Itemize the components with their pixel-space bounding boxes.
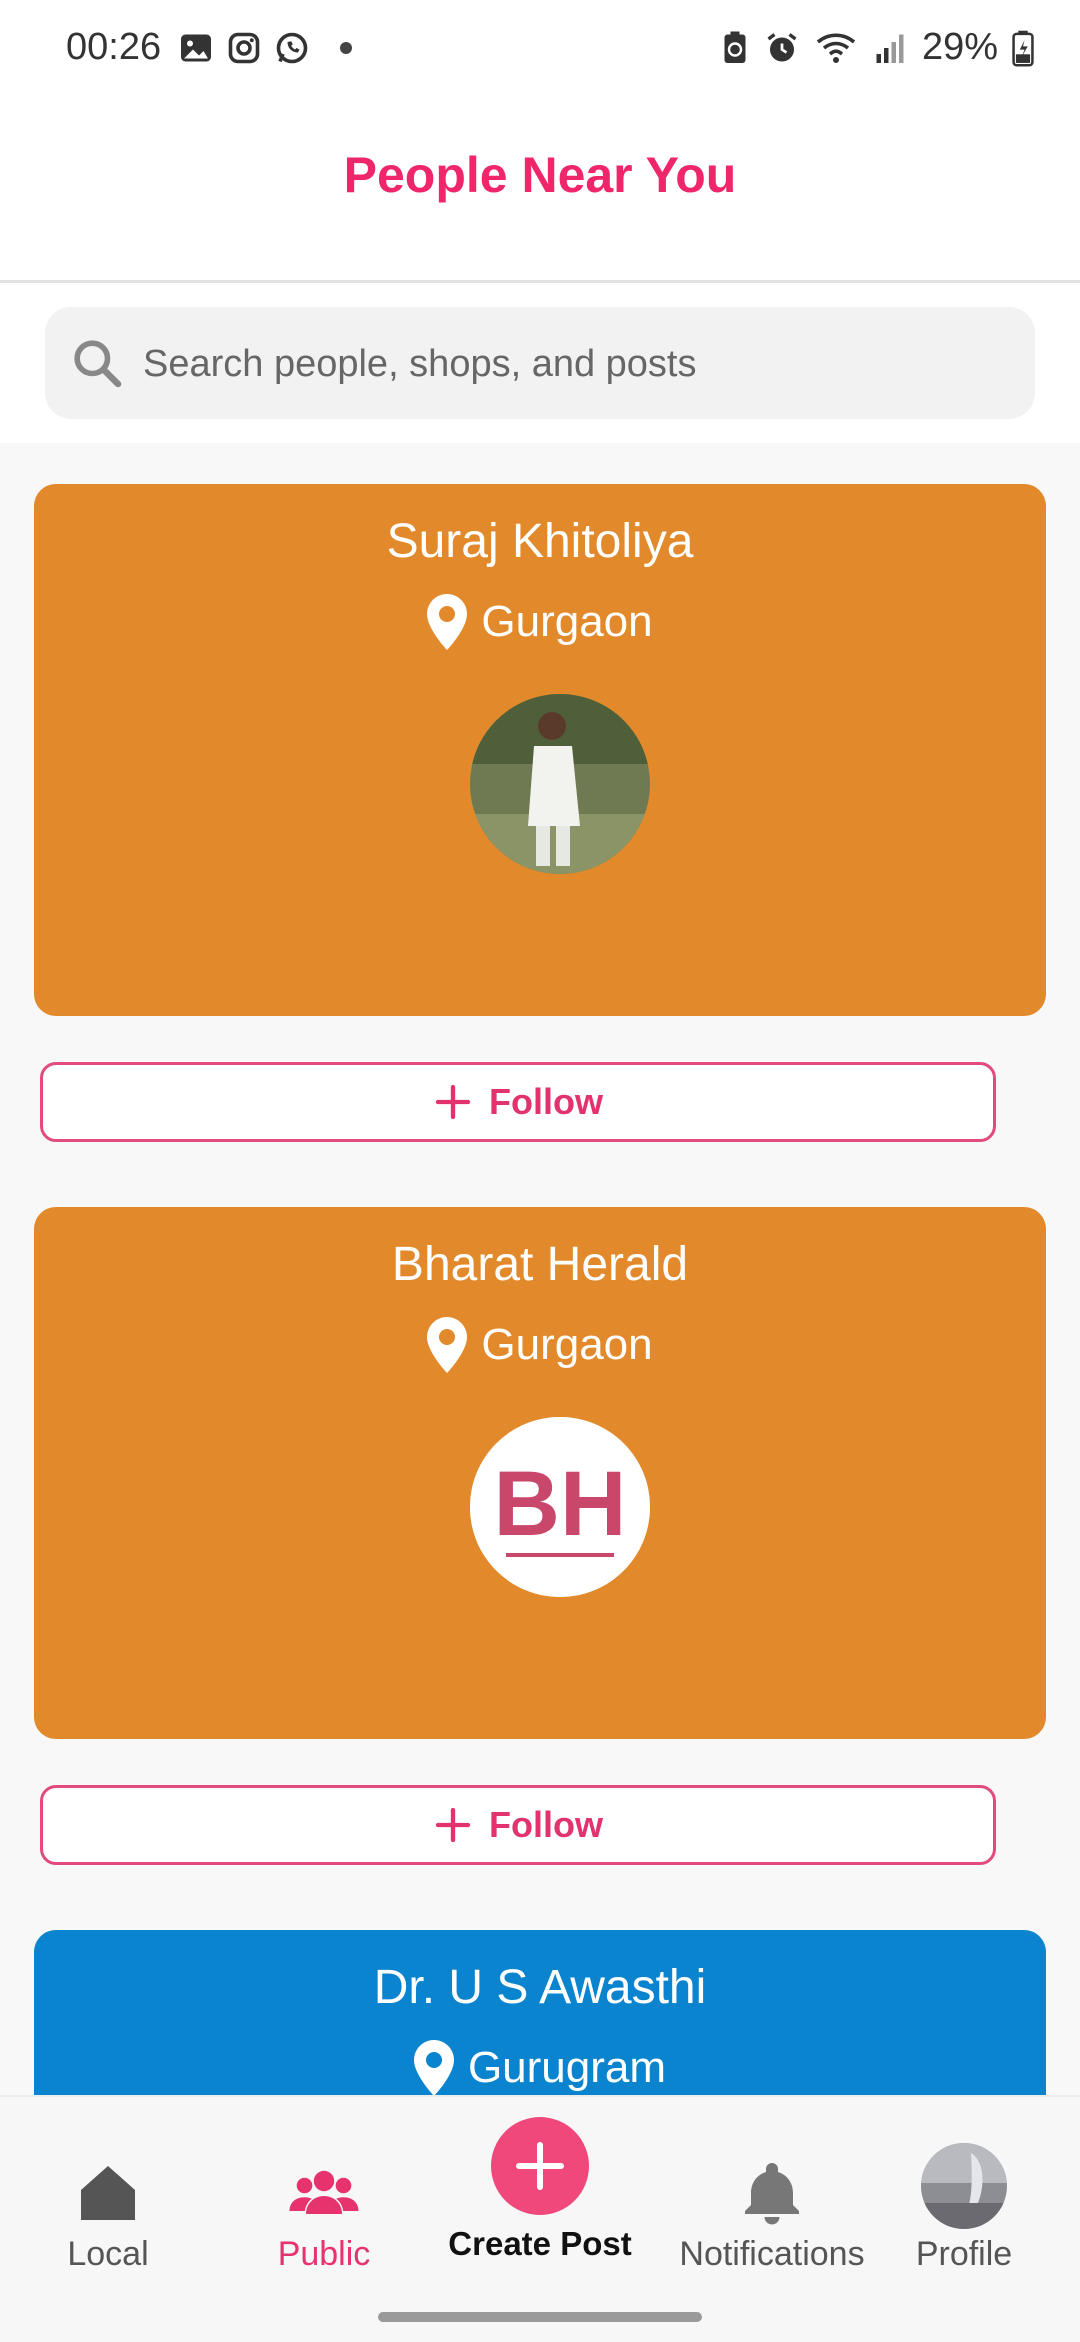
location-label: Gurgaon bbox=[481, 597, 653, 646]
nav-public-label: Public bbox=[277, 2235, 371, 2273]
battery-saver-icon bbox=[724, 31, 746, 63]
page-title: People Near You bbox=[343, 147, 737, 203]
create-post-label: Create Post bbox=[448, 2225, 632, 2262]
nav-profile-label: Profile bbox=[915, 2235, 1013, 2273]
follow-button[interactable]: Follow bbox=[40, 1062, 996, 1142]
location-pin-icon bbox=[427, 1317, 468, 1373]
avatar[interactable]: BH bbox=[470, 1417, 650, 1597]
location-label: Gurgaon bbox=[481, 1320, 653, 1369]
instagram-icon bbox=[228, 32, 260, 64]
profile-avatar bbox=[921, 2143, 1007, 2229]
wifi-icon bbox=[816, 32, 856, 63]
nav-local-label: Local bbox=[67, 2235, 149, 2273]
people-feed[interactable]: Suraj Khitoliya Gurgaon Follow Bharat He… bbox=[0, 443, 1080, 2095]
person-card[interactable]: Dr. U S Awasthi Gurugram bbox=[34, 1930, 1046, 2095]
bh-logo-text: BH bbox=[494, 1453, 627, 1555]
alarm-icon bbox=[767, 32, 797, 61]
follow-label: Follow bbox=[489, 1081, 603, 1122]
create-post[interactable]: Create Post bbox=[420, 2117, 660, 2263]
search-bar[interactable] bbox=[45, 307, 1035, 421]
person-card[interactable]: Bharat Herald Gurgaon BH bbox=[34, 1207, 1046, 1739]
search-icon bbox=[74, 340, 122, 388]
notification-icons bbox=[178, 30, 352, 66]
home-indicator[interactable] bbox=[378, 2312, 702, 2322]
person-name: Suraj Khitoliya bbox=[386, 515, 694, 568]
plus-icon bbox=[435, 1084, 471, 1120]
signal-icon bbox=[876, 34, 904, 63]
dot-icon bbox=[340, 42, 352, 54]
battery-icon bbox=[1012, 30, 1034, 67]
group-icon bbox=[289, 2170, 359, 2214]
home-icon bbox=[81, 2166, 135, 2220]
plus-icon bbox=[435, 1807, 471, 1843]
search-section bbox=[0, 283, 1080, 443]
system-icons: 29% bbox=[720, 26, 1034, 69]
person-photo bbox=[470, 694, 650, 874]
nav-local[interactable]: Local bbox=[8, 2157, 208, 2274]
nav-notifications[interactable]: Notifications bbox=[672, 2157, 872, 2274]
person-card[interactable]: Suraj Khitoliya Gurgaon bbox=[34, 484, 1046, 1016]
follow-label: Follow bbox=[489, 1804, 603, 1845]
create-post-button[interactable] bbox=[491, 2117, 589, 2215]
location-label: Gurugram bbox=[467, 2043, 667, 2092]
nav-profile[interactable]: Profile bbox=[864, 2143, 1064, 2274]
person-name: Dr. U S Awasthi bbox=[373, 1961, 707, 2014]
person-name: Bharat Herald bbox=[391, 1238, 689, 1291]
nav-notifications-label: Notifications bbox=[679, 2235, 865, 2273]
status-time: 00:26 bbox=[66, 26, 162, 68]
whatsapp-icon bbox=[276, 32, 308, 64]
bottom-navigation: Local Public Create Post Notifications P… bbox=[0, 2095, 1080, 2342]
person-location: Gurugram bbox=[34, 2040, 1046, 2095]
person-location: Gurgaon bbox=[34, 1317, 1046, 1373]
bh-logo: BH bbox=[470, 1417, 650, 1597]
status-bar: 00:26 29% bbox=[0, 0, 1080, 96]
nav-public[interactable]: Public bbox=[224, 2157, 424, 2274]
gallery-icon bbox=[181, 34, 211, 62]
plus-icon bbox=[516, 2142, 564, 2190]
person-location: Gurgaon bbox=[34, 594, 1046, 650]
search-input[interactable] bbox=[141, 307, 1005, 421]
bell-icon bbox=[745, 2163, 799, 2225]
location-pin-icon bbox=[413, 2040, 454, 2095]
follow-button[interactable]: Follow bbox=[40, 1785, 996, 1865]
battery-percent: 29% bbox=[921, 26, 998, 68]
location-pin-icon bbox=[427, 594, 468, 650]
app-header: People Near You bbox=[0, 96, 1080, 283]
avatar[interactable] bbox=[470, 694, 650, 874]
